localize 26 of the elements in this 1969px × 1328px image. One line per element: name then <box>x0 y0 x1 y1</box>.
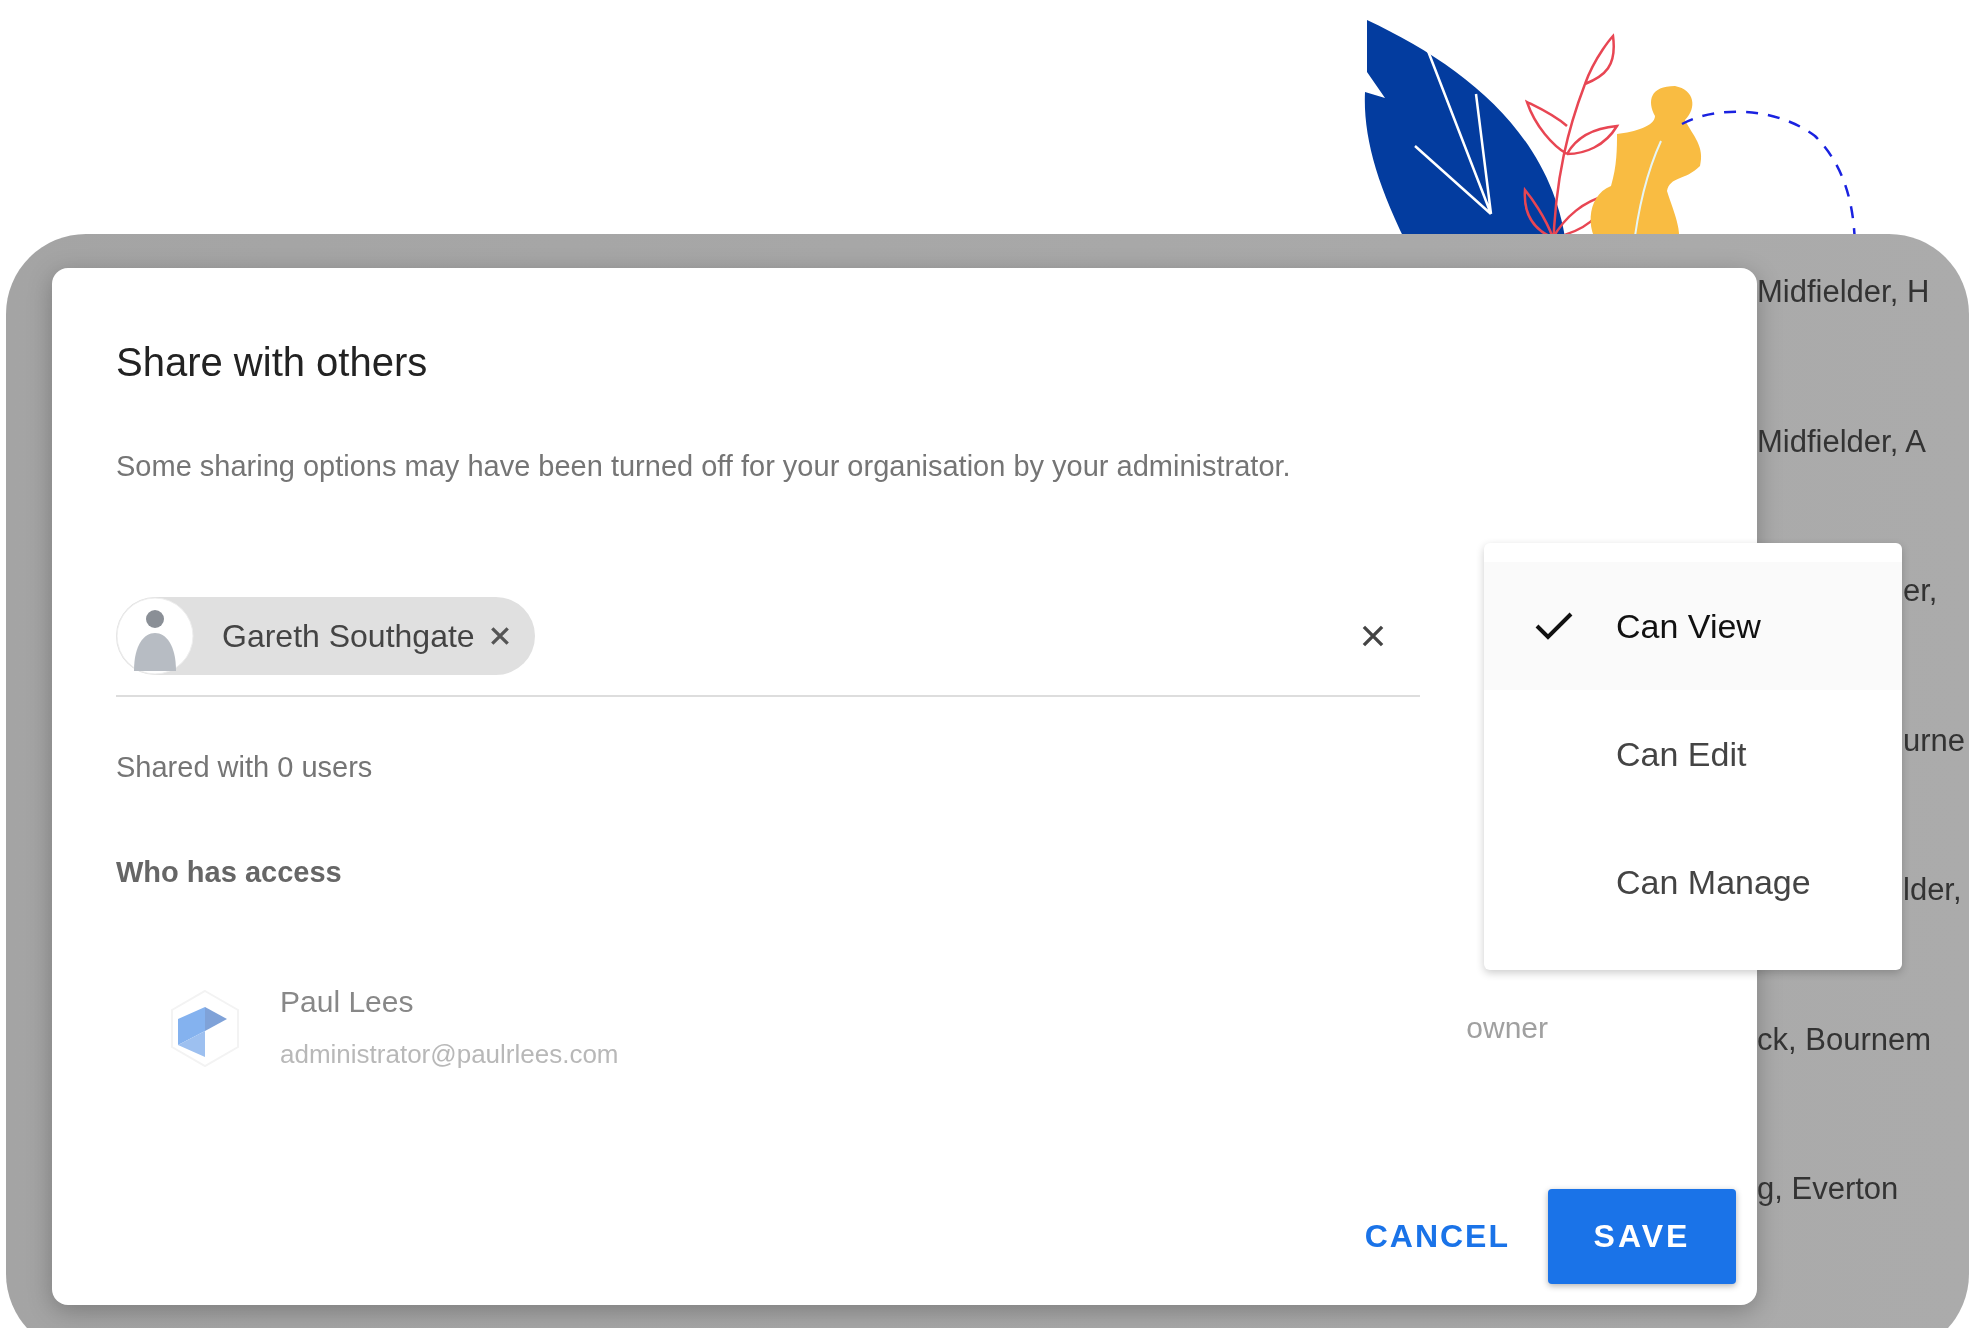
remove-icon[interactable] <box>488 625 511 647</box>
cancel-button[interactable]: CANCEL <box>1356 1206 1518 1267</box>
access-heading: Who has access <box>116 856 342 889</box>
background-list-text: Midfielder, H <box>1757 274 1930 309</box>
person-role: owner <box>1466 1010 1548 1045</box>
permission-option[interactable]: Can Edit <box>1484 690 1902 818</box>
person-email: administrator@paulrlees.com <box>280 1039 619 1070</box>
permission-option[interactable]: Can View <box>1484 562 1902 690</box>
avatar-icon <box>116 597 194 675</box>
background-list-text: er, <box>1903 573 1938 608</box>
checkmark-icon <box>1534 611 1574 641</box>
clear-icon[interactable] <box>1360 623 1386 649</box>
save-button[interactable]: SAVE <box>1548 1189 1736 1284</box>
permission-option[interactable]: Can Manage <box>1484 818 1902 946</box>
background-list-text: g, Everton <box>1757 1171 1899 1206</box>
recipient-chip[interactable]: Gareth Southgate <box>116 597 535 675</box>
recipient-name: Gareth Southgate <box>222 617 475 655</box>
background-list-text: lder, <box>1903 872 1962 907</box>
dialog-subtitle: Some sharing options may have been turned off for your organisation by your administrator. <box>116 449 1292 484</box>
background-list-text: ck, Bournem <box>1757 1021 1931 1057</box>
background-list-text: urne <box>1903 722 1966 758</box>
person-name: Paul Lees <box>280 985 415 1019</box>
recipients-field[interactable]: Gareth Southgate <box>116 597 1420 697</box>
background-list-text: Midfielder, A <box>1757 423 1926 459</box>
shared-count: Shared with 0 users <box>116 751 373 784</box>
dialog-title: Share with others <box>116 339 429 386</box>
